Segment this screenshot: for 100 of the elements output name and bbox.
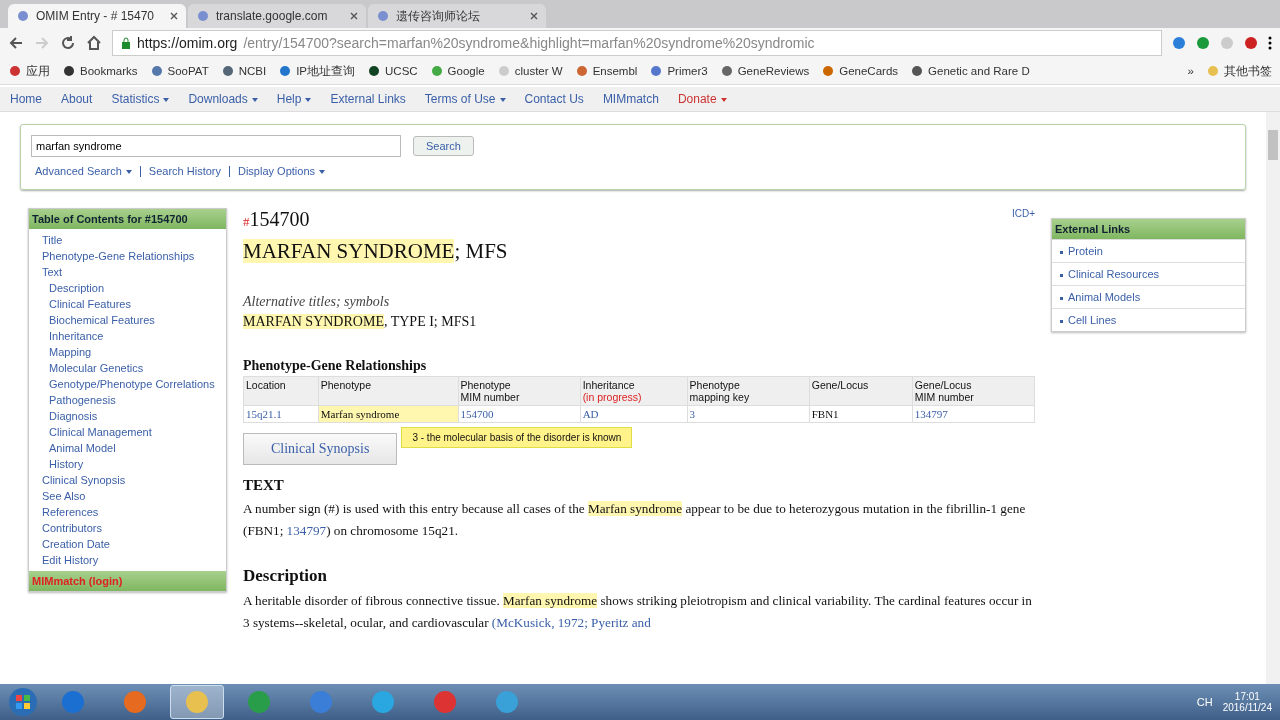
toc-link[interactable]: Pathogenesis — [29, 392, 226, 408]
bookmark[interactable]: GeneCards — [821, 64, 899, 78]
nav-link[interactable]: Downloads — [188, 92, 258, 106]
browser-tab[interactable]: OMIM Entry - # 15470 — [8, 4, 186, 28]
toc-link[interactable]: Diagnosis — [29, 408, 226, 424]
back-icon[interactable] — [8, 35, 24, 51]
icd-link[interactable]: ICD+ — [1011, 208, 1035, 219]
nav-link[interactable]: Help — [276, 92, 312, 106]
bookmark[interactable]: NCBI — [220, 64, 267, 78]
external-link[interactable]: Clinical Resources — [1052, 262, 1245, 285]
inline-link[interactable]: (McKusick, 1972; Pyeritz and — [491, 615, 651, 630]
toc-link[interactable]: Creation Date — [29, 536, 226, 552]
toc-link[interactable]: References — [29, 504, 226, 520]
toc-link[interactable]: Biochemical Features — [29, 312, 226, 328]
section-heading: Phenotype-Gene Relationships — [243, 358, 428, 374]
nav-link[interactable]: External Links — [330, 92, 406, 106]
alt-title: MARFAN SYNDROME, TYPE I; MFS1 — [243, 314, 478, 330]
bookmark[interactable]: Ensembl — [574, 64, 638, 78]
nav-link[interactable]: Donate — [677, 92, 727, 106]
bookmark[interactable]: Bookmarks — [62, 64, 138, 78]
bookmark[interactable]: UCSC — [367, 64, 418, 78]
bookmark[interactable]: Genetic and Rare D — [910, 64, 1030, 78]
close-icon[interactable] — [530, 12, 538, 20]
close-icon[interactable] — [350, 12, 358, 20]
address-field[interactable]: https://omim.org /entry/154700?search=marfan%20syndrome&highlight=marfan%20syndrome%20syndromic — [112, 30, 1162, 56]
forward-icon[interactable] — [34, 35, 50, 51]
table-cell[interactable]: 154700 — [458, 405, 581, 423]
toc-link[interactable]: Mapping — [29, 344, 226, 360]
taskbar-app[interactable] — [170, 685, 224, 719]
scrollbar[interactable] — [1266, 112, 1280, 684]
bookmark[interactable]: SooPAT — [149, 64, 209, 78]
toc-link[interactable]: History — [29, 456, 226, 472]
close-icon[interactable] — [170, 12, 178, 20]
search-link[interactable]: Display Options — [238, 165, 326, 177]
home-icon[interactable] — [86, 35, 102, 51]
entry-title: MARFAN SYNDROME; MFS — [243, 239, 509, 264]
page-icon — [376, 9, 390, 23]
bookmark-icon — [574, 64, 589, 78]
clinical-synopsis-button[interactable]: Clinical Synopsis — [243, 433, 398, 465]
toc-link[interactable]: Clinical Management — [29, 424, 226, 440]
menu-icon[interactable] — [1268, 36, 1272, 50]
clock[interactable]: 17:01 2016/11/24 — [1222, 691, 1272, 713]
search-field[interactable]: marfan syndrome — [31, 135, 401, 157]
bookmark[interactable]: IP地址查询 — [278, 63, 355, 79]
page-icon — [16, 9, 30, 23]
app-icon — [247, 690, 271, 714]
bookmark[interactable]: 其他书签 — [1206, 63, 1272, 79]
bookmark-icon — [367, 64, 381, 78]
more-bookmarks[interactable]: » — [1187, 65, 1194, 77]
inline-link[interactable]: 134797 — [286, 523, 327, 538]
app-icon — [433, 690, 457, 714]
table-cell[interactable]: AD — [580, 405, 688, 423]
bookmark[interactable]: cluster W — [496, 64, 563, 78]
toc-link[interactable]: Title — [29, 232, 226, 248]
toc-link[interactable]: Animal Model — [29, 440, 226, 456]
language-indicator[interactable]: CH — [1196, 696, 1213, 708]
search-link[interactable]: Advanced Search — [35, 165, 132, 177]
column-header: Phenotype — [318, 376, 458, 406]
external-link[interactable]: Animal Models — [1052, 285, 1245, 308]
search-button[interactable]: Search — [413, 136, 474, 156]
toc-link[interactable]: Phenotype-Gene Relationships — [29, 248, 226, 264]
toc-link[interactable]: Inheritance — [29, 328, 226, 344]
toc-link[interactable]: Contributors — [29, 520, 226, 536]
toc-link[interactable]: See Also — [29, 488, 226, 504]
bookmark-icon — [429, 64, 444, 78]
section-heading: Description — [243, 566, 329, 586]
column-header: Inheritance (in progress) — [580, 376, 688, 406]
nav-link[interactable]: About — [61, 92, 93, 106]
bookmark-icon — [910, 64, 925, 78]
nav-link[interactable]: Home — [10, 92, 42, 106]
bookmark-icon — [8, 64, 22, 78]
toc-title: Table of Contents for #154700 — [29, 209, 226, 229]
toc-link[interactable]: Clinical Features — [29, 296, 226, 312]
nav-link[interactable]: Terms of Use — [424, 92, 506, 106]
bookmark[interactable]: 应用 — [8, 63, 50, 79]
start-button[interactable] — [8, 687, 38, 717]
table-cell[interactable]: 3 — [687, 405, 810, 423]
nav-link[interactable]: Contact Us — [524, 92, 584, 106]
bookmark[interactable]: GeneReviews — [719, 64, 810, 78]
search-link[interactable]: Search History — [148, 165, 221, 177]
nav-link[interactable]: MIMmatch — [602, 92, 659, 106]
browser-tab[interactable]: translate.google.com — [188, 4, 366, 28]
toc-link[interactable]: Clinical Synopsis — [29, 472, 226, 488]
nav-link[interactable]: Statistics — [111, 92, 170, 106]
bookmark-icon — [821, 64, 836, 78]
toc-link[interactable]: Edit History — [29, 552, 226, 568]
bookmark[interactable]: Primer3 — [649, 64, 708, 78]
toc-link[interactable]: Molecular Genetics — [29, 360, 226, 376]
table-cell[interactable]: 134797 — [912, 405, 1035, 423]
column-header: Gene/Locus MIM number — [912, 376, 1035, 406]
toc-link[interactable]: Text — [29, 264, 226, 280]
toc-link[interactable]: Genotype/Phenotype Correlations — [29, 376, 226, 392]
toc-link[interactable]: Description — [29, 280, 226, 296]
external-link[interactable]: Cell Lines — [1052, 308, 1245, 331]
table-cell[interactable]: 15q21.1 — [243, 405, 319, 423]
reload-icon[interactable] — [60, 35, 76, 51]
external-link[interactable]: Protein — [1052, 239, 1245, 262]
bookmark[interactable]: Google — [429, 64, 485, 78]
extension-icon — [1172, 36, 1186, 50]
browser-tab[interactable]: 遗传咨询师论坛 — [368, 4, 546, 28]
